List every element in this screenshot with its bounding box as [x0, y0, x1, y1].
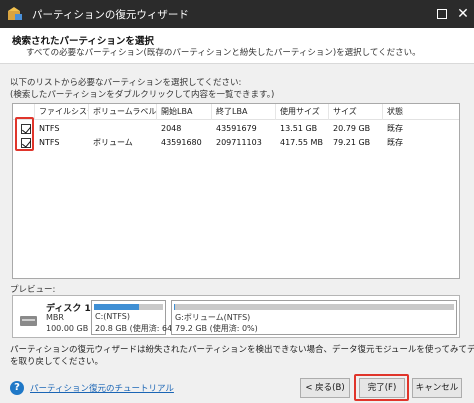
column-size[interactable]: サイズ — [329, 104, 383, 120]
cancel-button[interactable]: キャンセル — [412, 378, 462, 398]
column-end-lba[interactable]: 終了LBA — [212, 104, 276, 120]
column-start-lba[interactable]: 開始LBA — [157, 104, 212, 120]
cell-filesystem: NTFS — [39, 124, 60, 133]
cell-status: 既存 — [387, 138, 403, 147]
finish-highlight — [354, 374, 409, 401]
cell-start-lba: 43591680 — [161, 138, 202, 147]
partition-wizard-icon — [6, 5, 24, 23]
column-filesystem[interactable]: ファイルシステム — [35, 104, 89, 120]
partition-block-g[interactable]: G:ボリューム(NTFS) 79.2 GB (使用済: 0%) — [171, 300, 457, 335]
partition-name: G:ボリューム(NTFS) — [175, 313, 251, 322]
instruction-line-1: 以下のリストから必要なパーティションを選択してください: — [10, 78, 242, 88]
column-volume-label[interactable]: ボリュームラベル — [89, 104, 157, 120]
close-button[interactable]: ✕ — [451, 0, 474, 28]
column-used-size[interactable]: 使用サイズ — [276, 104, 329, 120]
table-row[interactable]: NTFS ボリューム 43591680 209711103 417.55 MB … — [13, 136, 459, 150]
partition-name: C:(NTFS) — [95, 312, 130, 321]
partition-usage-bar — [174, 304, 175, 310]
cell-used-size: 13.51 GB — [280, 124, 318, 133]
maximize-icon — [437, 9, 447, 19]
disk-size: 100.00 GB — [46, 324, 89, 333]
partition-list[interactable]: ファイルシステム ボリュームラベル 開始LBA 終了LBA 使用サイズ サイズ … — [12, 103, 460, 279]
close-icon: ✕ — [457, 6, 469, 22]
question-circle-icon[interactable]: ? — [10, 381, 24, 395]
header-panel: 検索されたパーティションを選択 すべての必要なパーティション(既存のパーティショ… — [0, 28, 474, 64]
partition-detail: 20.8 GB (使用済: 64 — [95, 324, 173, 333]
page-subheading: すべての必要なパーティション(既存のパーティションと紛失したパーティション)を選… — [26, 48, 421, 58]
checkbox-highlight — [15, 117, 34, 151]
cell-start-lba: 2048 — [161, 124, 182, 133]
note-line-1: パーティションの復元ウィザードは紛失されたパーティションを検出できない場合、デー… — [10, 345, 474, 355]
cell-size: 79.21 GB — [333, 138, 371, 147]
tutorial-link[interactable]: パーティション復元のチュートリアル — [30, 382, 174, 394]
window-title: パーティションの復元ウィザード — [32, 8, 189, 21]
partition-detail: 79.2 GB (使用済: 0%) — [175, 324, 258, 333]
cell-end-lba: 209711103 — [216, 138, 262, 147]
instruction-line-2: (検索したパーティションをダブルクリックして内容を一覧できます。) — [10, 90, 275, 100]
cell-volume-label — [89, 122, 93, 136]
partition-usage-bar — [94, 304, 139, 310]
cell-status: 既存 — [387, 124, 403, 133]
cell-used-size: 417.55 MB — [280, 138, 323, 147]
back-button[interactable]: < 戻る(B) — [300, 378, 350, 398]
cell-end-lba: 43591679 — [216, 124, 257, 133]
title-bar: パーティションの復元ウィザード ✕ — [0, 0, 474, 28]
table-row[interactable]: NTFS 2048 43591679 13.51 GB 20.79 GB 既存 — [13, 122, 459, 136]
hard-disk-icon — [20, 316, 37, 326]
cell-size: 20.79 GB — [333, 124, 371, 133]
preview-label: プレビュー: — [10, 285, 56, 295]
disk-preview: ディスク 1 MBR 100.00 GB C:(NTFS) 20.8 GB (使… — [12, 295, 460, 338]
page-heading: 検索されたパーティションを選択 — [12, 36, 154, 47]
cell-filesystem: NTFS — [39, 138, 60, 147]
note-line-2: を取り戻してください。 — [10, 357, 103, 367]
disk-type: MBR — [46, 313, 64, 322]
cell-volume-label: ボリューム — [93, 138, 133, 147]
partition-block-c[interactable]: C:(NTFS) 20.8 GB (使用済: 64 — [91, 300, 172, 335]
column-status[interactable]: 状態 — [383, 104, 459, 120]
list-header: ファイルシステム ボリュームラベル 開始LBA 終了LBA 使用サイズ サイズ … — [13, 104, 459, 120]
